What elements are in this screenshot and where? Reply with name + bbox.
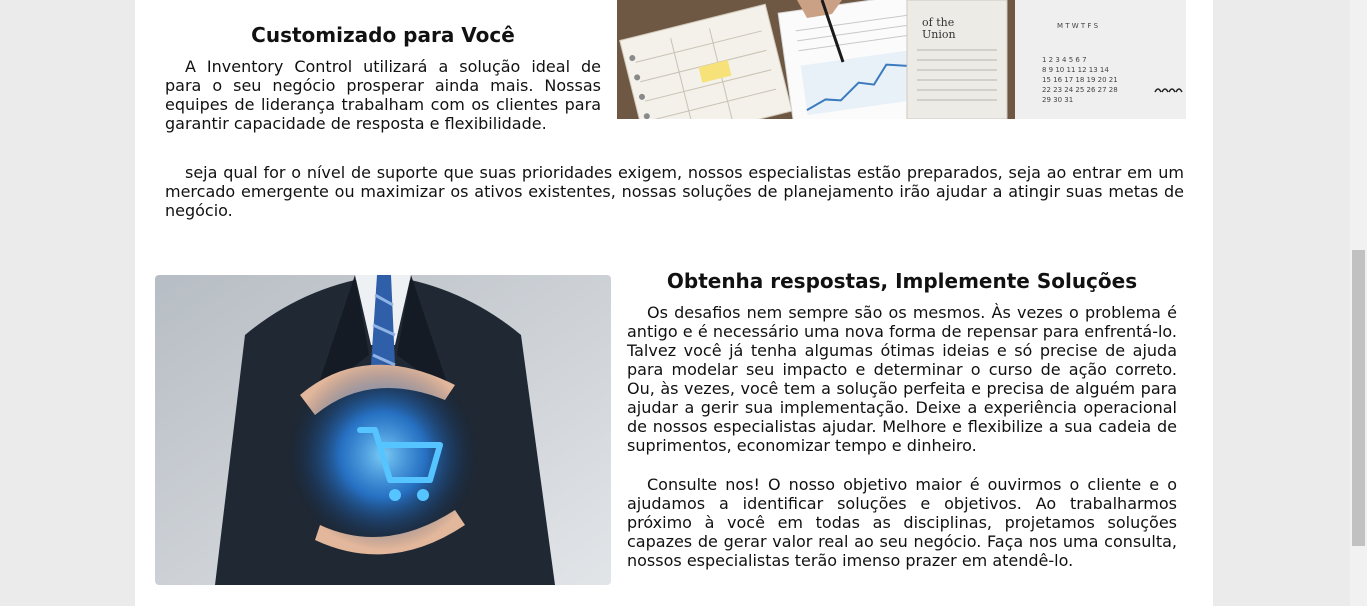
section-title-obtenha: Obtenha respostas, Implemente Soluções — [666, 269, 1138, 293]
svg-text:1 2 3 4 5 6 7: 1 2 3 4 5 6 7 — [1042, 56, 1087, 64]
scrollbar-thumb[interactable] — [1352, 250, 1365, 546]
svg-text:8 9 10 11 12 13 14: 8 9 10 11 12 13 14 — [1042, 66, 1109, 74]
svg-text:15 16 17 18 19 20 21: 15 16 17 18 19 20 21 — [1042, 76, 1118, 84]
svg-text:22 23 24 25 26 27 28: 22 23 24 25 26 27 28 — [1042, 86, 1118, 94]
svg-text:29 30 31: 29 30 31 — [1042, 96, 1073, 104]
newspaper-text-2: Union — [922, 28, 956, 41]
business-charts-image: of the Union M T W T F S 1 2 3 4 5 6 7 8… — [617, 0, 1186, 119]
section-text-consulte: Consulte nos! O nosso objetivo maior é o… — [627, 475, 1177, 570]
businessman-cart-image — [155, 275, 611, 585]
vertical-scrollbar[interactable] — [1350, 0, 1367, 606]
section-text-customizado: A Inventory Control utilizará a solução … — [165, 57, 601, 133]
wide-paragraph: seja qual for o nível de suporte que sua… — [165, 163, 1184, 220]
section-title-customizado: Customizado para Você — [251, 23, 515, 47]
section-text-desafios: Os desafios nem sempre são os mesmos. Às… — [627, 303, 1177, 455]
svg-text:M T W T F S: M T W T F S — [1057, 22, 1099, 30]
